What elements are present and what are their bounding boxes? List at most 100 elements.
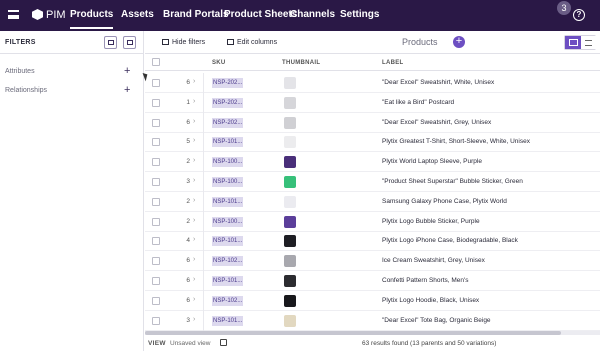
- product-label[interactable]: Confetti Pattern Shorts, Men's: [382, 277, 469, 284]
- sku-chip[interactable]: NSP-101...: [212, 315, 243, 326]
- help-icon[interactable]: ?: [573, 9, 585, 21]
- table-row[interactable]: 2 › NSP-101... Samsung Galaxy Phone Case, P…: [145, 191, 600, 212]
- row-checkbox[interactable]: [152, 138, 160, 147]
- chevron-right-icon[interactable]: ›: [193, 236, 195, 243]
- row-checkbox[interactable]: [152, 98, 160, 107]
- sku-chip[interactable]: NSP-101...: [212, 236, 243, 247]
- table-row[interactable]: 6 › NSP-102... Ice Cream Sweatshirt, Grey, …: [145, 251, 600, 272]
- product-thumbnail[interactable]: [284, 136, 296, 149]
- product-label[interactable]: Ice Cream Sweatshirt, Grey, Unisex: [382, 257, 485, 264]
- add-relationship-filter-button[interactable]: +: [124, 85, 130, 96]
- sku-chip[interactable]: NSP-101...: [212, 196, 243, 207]
- sidebar-item-attributes[interactable]: Attributes: [5, 68, 35, 75]
- hide-filters-button[interactable]: Hide filters: [162, 39, 205, 46]
- add-attribute-filter-button[interactable]: +: [124, 66, 130, 77]
- table-row[interactable]: 6 › NSP-102... Plytix Logo Hoodie, Black, U…: [145, 290, 600, 311]
- sku-chip[interactable]: NSP-100...: [212, 216, 243, 227]
- sku-chip[interactable]: NSP-101...: [212, 276, 243, 286]
- select-all-checkbox[interactable]: [152, 58, 160, 66]
- chevron-right-icon[interactable]: ›: [193, 177, 195, 184]
- sku-chip[interactable]: NSP-202...: [212, 97, 243, 108]
- product-label[interactable]: Plytix Greatest T-Shirt, Short-Sleeve, W…: [382, 138, 530, 145]
- chevron-right-icon[interactable]: ›: [193, 276, 195, 283]
- column-header-label[interactable]: LABEL: [382, 60, 404, 66]
- chevron-right-icon[interactable]: ›: [193, 118, 195, 125]
- product-thumbnail[interactable]: [284, 275, 296, 287]
- product-label[interactable]: Plytix World Laptop Sleeve, Purple: [382, 158, 482, 165]
- product-label[interactable]: Samsung Galaxy Phone Case, Plytix World: [382, 198, 507, 205]
- menu-icon[interactable]: [8, 10, 19, 19]
- row-checkbox[interactable]: [152, 217, 160, 226]
- nav-product-sheets[interactable]: Product Sheets: [224, 9, 297, 20]
- row-checkbox[interactable]: [152, 197, 160, 206]
- nav-channels[interactable]: Channels: [290, 9, 335, 20]
- sku-chip[interactable]: NSP-102...: [212, 256, 243, 267]
- add-filter-folder-button[interactable]: [104, 36, 117, 49]
- product-label[interactable]: "Dear Excel" Tote Bag, Organic Beige: [382, 317, 491, 324]
- notification-badge[interactable]: 3: [557, 1, 571, 15]
- sku-chip[interactable]: NSP-202...: [212, 78, 243, 88]
- product-thumbnail[interactable]: [284, 314, 296, 327]
- chevron-right-icon[interactable]: ›: [193, 316, 195, 323]
- product-label[interactable]: "Eat like a Bird" Postcard: [382, 99, 454, 106]
- chevron-right-icon[interactable]: ›: [193, 197, 195, 204]
- sku-chip[interactable]: NSP-100...: [212, 157, 243, 168]
- row-checkbox[interactable]: [152, 257, 160, 266]
- chevron-right-icon[interactable]: ›: [193, 296, 195, 303]
- nav-products[interactable]: Products: [70, 9, 114, 29]
- table-row[interactable]: 6 › NSP-202... "Dear Excel" Sweatshirt, Gre…: [145, 112, 600, 133]
- list-view-button[interactable]: [581, 36, 596, 49]
- chevron-right-icon[interactable]: ›: [193, 256, 195, 263]
- product-label[interactable]: "Dear Excel" Sweatshirt, Grey, Unisex: [382, 119, 491, 126]
- sku-chip[interactable]: NSP-102...: [212, 295, 243, 306]
- row-checkbox[interactable]: [152, 316, 160, 325]
- table-row[interactable]: 4 › NSP-101... Plytix Logo iPhone Case, Bio…: [145, 231, 600, 252]
- product-thumbnail[interactable]: [284, 195, 296, 208]
- product-label[interactable]: "Product Sheet Superstar" Bubble Sticker…: [382, 178, 523, 185]
- product-label[interactable]: Plytix Logo iPhone Case, Biodegradable, …: [382, 237, 518, 244]
- sku-chip[interactable]: NSP-202...: [212, 117, 243, 128]
- nav-settings[interactable]: Settings: [340, 9, 379, 20]
- row-checkbox[interactable]: [152, 237, 160, 246]
- row-checkbox[interactable]: [152, 178, 160, 186]
- product-label[interactable]: Plytix Logo Bubble Sticker, Purple: [382, 218, 480, 225]
- product-thumbnail[interactable]: [284, 255, 296, 268]
- product-thumbnail[interactable]: [284, 215, 296, 228]
- table-row[interactable]: 2 › NSP-100... Plytix World Laptop Sleeve, …: [145, 152, 600, 173]
- nav-assets[interactable]: Assets: [121, 9, 154, 20]
- table-row[interactable]: 3 › NSP-101... "Dear Excel" Tote Bag, Organ…: [145, 310, 600, 331]
- product-thumbnail[interactable]: [284, 176, 296, 188]
- row-checkbox[interactable]: [152, 79, 160, 87]
- edit-columns-button[interactable]: Edit columns: [227, 39, 277, 46]
- product-thumbnail[interactable]: [284, 77, 296, 89]
- product-thumbnail[interactable]: [284, 294, 296, 307]
- sku-chip[interactable]: NSP-101...: [212, 137, 243, 148]
- grid-view-button[interactable]: [565, 36, 581, 49]
- row-checkbox[interactable]: [152, 158, 160, 167]
- table-row[interactable]: 6 › NSP-101... Confetti Pattern Shorts, Men…: [145, 271, 600, 291]
- chevron-right-icon[interactable]: ›: [193, 137, 195, 144]
- chevron-right-icon[interactable]: ›: [193, 98, 195, 105]
- product-thumbnail[interactable]: [284, 116, 296, 129]
- sku-chip[interactable]: NSP-100...: [212, 177, 243, 187]
- save-view-icon[interactable]: [220, 339, 227, 346]
- table-row[interactable]: 1 › NSP-202... "Eat like a Bird" Postcard: [145, 92, 600, 113]
- product-label[interactable]: Plytix Logo Hoodie, Black, Unisex: [382, 297, 479, 304]
- product-thumbnail[interactable]: [284, 96, 296, 109]
- column-header-thumbnail[interactable]: THUMBNAIL: [282, 60, 320, 66]
- product-thumbnail[interactable]: [284, 156, 296, 169]
- row-checkbox[interactable]: [152, 277, 160, 285]
- column-header-sku[interactable]: SKU: [212, 60, 226, 66]
- table-row[interactable]: 3 › NSP-100... "Product Sheet Superstar" Bu…: [145, 172, 600, 192]
- save-filter-button[interactable]: [123, 36, 136, 49]
- nav-brand-portals[interactable]: Brand Portals: [163, 9, 229, 20]
- table-row[interactable]: 2 › NSP-100... Plytix Logo Bubble Sticker, …: [145, 211, 600, 232]
- sidebar-item-relationships[interactable]: Relationships: [5, 87, 47, 94]
- row-checkbox[interactable]: [152, 118, 160, 127]
- product-thumbnail[interactable]: [284, 235, 296, 248]
- add-product-button[interactable]: +: [453, 36, 465, 48]
- table-row[interactable]: 6 › NSP-202... "Dear Excel" Sweatshirt, Whi…: [145, 73, 600, 93]
- product-label[interactable]: "Dear Excel" Sweatshirt, White, Unisex: [382, 79, 494, 86]
- table-row[interactable]: 5 › NSP-101... Plytix Greatest T-Shirt, Sho…: [145, 132, 600, 153]
- chevron-right-icon[interactable]: ›: [193, 217, 195, 224]
